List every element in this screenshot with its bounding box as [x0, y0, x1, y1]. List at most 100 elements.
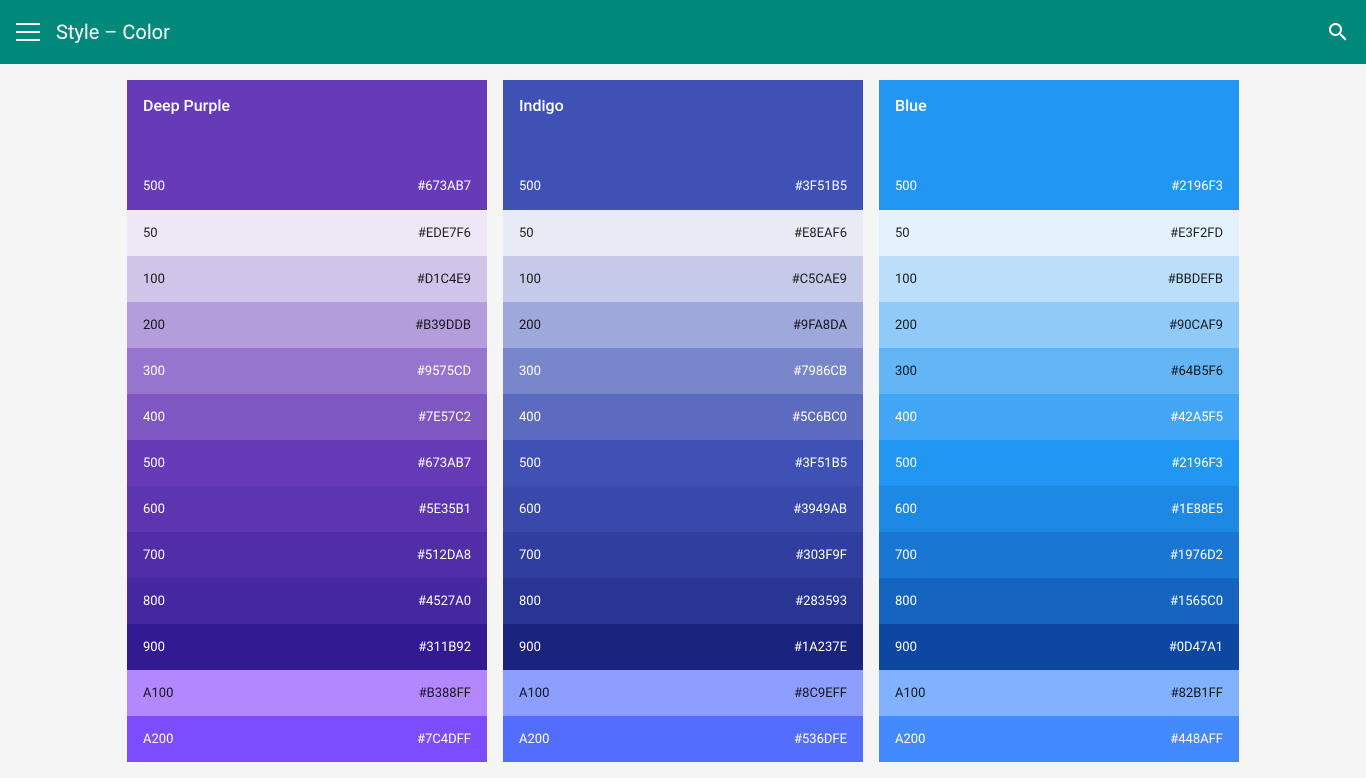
color-swatch: 300 #7986CB [503, 348, 863, 394]
color-swatch: 100 #D1C4E9 [127, 256, 487, 302]
color-swatch: A200 #7C4DFF [127, 716, 487, 762]
swatch-weight-label: 400 [895, 410, 917, 425]
color-swatch: A100#82B1FF [879, 670, 1239, 716]
app-header: Style – Color [0, 0, 1366, 64]
swatch-weight-label: 600 [895, 502, 917, 517]
swatch-weight-label: 200 [895, 318, 917, 333]
swatch-weight-label: A100 [519, 686, 549, 701]
color-swatch: 900 #0D47A1 [879, 624, 1239, 670]
swatch-hex-value: #E8EAF6 [794, 226, 847, 241]
color-swatch: 800#283593 [503, 578, 863, 624]
swatch-weight-label: A100 [895, 686, 925, 701]
swatch-weight-label: 300 [519, 364, 541, 379]
swatch-hex-value: #5E35B1 [418, 502, 471, 517]
color-swatch: 600 #1E88E5 [879, 486, 1239, 532]
swatch-weight-label: 50 [143, 226, 158, 241]
swatch-weight-label: 700 [143, 548, 165, 563]
swatch-hex-value: #4527A0 [418, 594, 471, 609]
color-swatch: 200#9FA8DA [503, 302, 863, 348]
color-hero-name-indigo: Indigo [519, 96, 847, 115]
swatch-hex-value: #C5CAE9 [792, 272, 847, 287]
color-swatch: 400 #42A5F5 [879, 394, 1239, 440]
color-column-indigo: Indigo 500 #3F51B5 50 #E8EAF6 100#C5CAE9200#9… [503, 80, 863, 762]
color-hero-weight-indigo: 500 [519, 179, 541, 194]
color-swatch: 600 #5E35B1 [127, 486, 487, 532]
swatch-hex-value: #D1C4E9 [417, 272, 471, 287]
swatch-hex-value: #5C6BC0 [792, 410, 847, 425]
swatch-hex-value: #E3F2FD [1170, 226, 1223, 241]
swatch-hex-value: #BBDEFB [1168, 272, 1223, 287]
swatch-weight-label: 500 [143, 456, 165, 471]
color-hero-deep-purple: Deep Purple 500 #673AB7 [127, 80, 487, 210]
color-swatch: 900#311B92 [127, 624, 487, 670]
swatch-hex-value: #7E57C2 [418, 410, 471, 425]
swatch-hex-value: #536DFE [794, 732, 847, 747]
swatch-weight-label: 600 [143, 502, 165, 517]
swatch-hex-value: #64B5F6 [1170, 364, 1223, 379]
swatch-hex-value: #1976D2 [1170, 548, 1223, 563]
color-swatch: 50#E3F2FD [879, 210, 1239, 256]
swatch-hex-value: #303F9F [795, 548, 847, 563]
swatch-weight-label: 900 [519, 640, 541, 655]
swatch-hex-value: #448AFF [1170, 732, 1223, 747]
color-swatch: 700 #512DA8 [127, 532, 487, 578]
color-column-deep-purple: Deep Purple 500 #673AB7 50 #EDE7F6 100 #D1C4E9… [127, 80, 487, 762]
color-swatch: 50 #EDE7F6 [127, 210, 487, 256]
swatch-hex-value: #2196F3 [1171, 456, 1223, 471]
swatch-hex-value: #1E88E5 [1171, 502, 1223, 517]
swatch-weight-label: 200 [519, 318, 541, 333]
menu-icon[interactable] [16, 20, 40, 44]
color-swatch: 800#1565C0 [879, 578, 1239, 624]
color-hero-name-blue: Blue [895, 96, 1223, 115]
swatch-hex-value: #3949AB [793, 502, 847, 517]
color-swatch: 800#4527A0 [127, 578, 487, 624]
page-title: Style – Color [56, 20, 1326, 44]
color-hero-hex-deep-purple: #673AB7 [417, 179, 471, 194]
swatch-weight-label: 600 [519, 502, 541, 517]
color-swatch: 700#1976D2 [879, 532, 1239, 578]
color-swatch: 100#C5CAE9 [503, 256, 863, 302]
color-hero-blue: Blue500#2196F3 [879, 80, 1239, 210]
swatch-hex-value: #1A237E [794, 640, 847, 655]
swatch-weight-label: 300 [895, 364, 917, 379]
swatch-hex-value: #42A5F5 [1170, 410, 1223, 425]
color-swatch: A200 #448AFF [879, 716, 1239, 762]
color-swatch: 600 #3949AB [503, 486, 863, 532]
swatch-weight-label: A200 [519, 732, 549, 747]
swatch-hex-value: #0D47A1 [1169, 640, 1223, 655]
swatch-weight-label: 500 [519, 456, 541, 471]
color-hero-hex-blue: #2196F3 [1171, 179, 1223, 194]
swatch-hex-value: #B388FF [419, 686, 471, 701]
color-swatch: 500 #3F51B5 [503, 440, 863, 486]
color-swatch: 500#2196F3 [879, 440, 1239, 486]
search-icon[interactable] [1326, 20, 1350, 44]
swatch-hex-value: #EDE7F6 [418, 226, 471, 241]
color-swatch: 200 #90CAF9 [879, 302, 1239, 348]
color-column-blue: Blue500#2196F350#E3F2FD100#BBDEFB200#90C… [879, 80, 1239, 762]
color-swatch: 400 #5C6BC0 [503, 394, 863, 440]
swatch-hex-value: #3F51B5 [794, 456, 847, 471]
swatch-hex-value: #90CAF9 [1169, 318, 1223, 333]
swatch-weight-label: 100 [143, 272, 165, 287]
color-swatch: 100#BBDEFB [879, 256, 1239, 302]
swatch-weight-label: A200 [895, 732, 925, 747]
color-hero-weight-deep-purple: 500 [143, 179, 165, 194]
swatch-weight-label: 900 [143, 640, 165, 655]
swatch-weight-label: A200 [143, 732, 173, 747]
swatch-hex-value: #B39DDB [415, 318, 471, 333]
swatch-hex-value: #7986CB [793, 364, 847, 379]
swatch-weight-label: 50 [519, 226, 534, 241]
swatch-hex-value: #673AB7 [417, 456, 471, 471]
color-swatch: 400#7E57C2 [127, 394, 487, 440]
color-swatch: A200 #536DFE [503, 716, 863, 762]
color-hero-name-deep-purple: Deep Purple [143, 96, 471, 115]
swatch-hex-value: #283593 [795, 594, 847, 609]
swatch-hex-value: #7C4DFF [417, 732, 471, 747]
color-swatch: A100#B388FF [127, 670, 487, 716]
swatch-weight-label: 400 [519, 410, 541, 425]
color-swatch: 700#303F9F [503, 532, 863, 578]
color-swatch: 500 #673AB7 [127, 440, 487, 486]
swatch-weight-label: 900 [895, 640, 917, 655]
swatch-weight-label: 200 [143, 318, 165, 333]
swatch-hex-value: #512DA8 [417, 548, 471, 563]
